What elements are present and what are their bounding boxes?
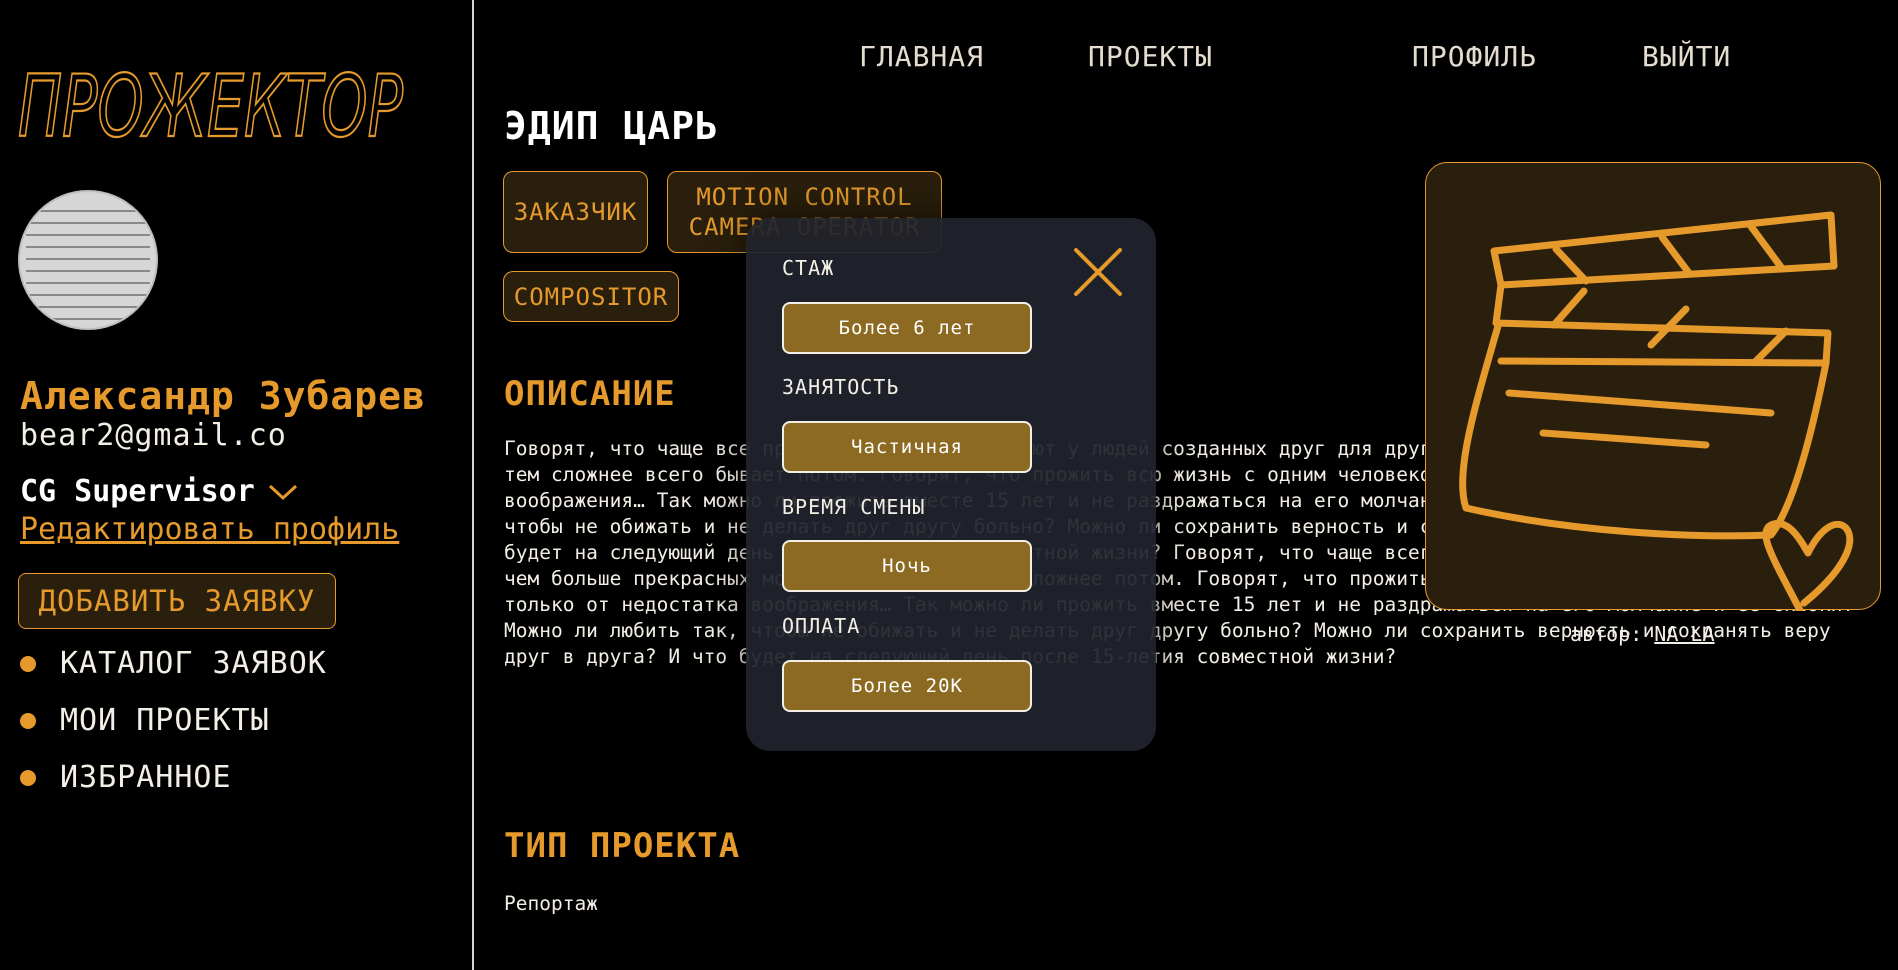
description-title: ОПИСАНИЕ [504,374,676,414]
tag-compositor[interactable]: COMPOSITOR [503,271,679,322]
user-email: bear2@gmail.co [20,418,287,453]
shift-label: ВРЕМЯ СМЕНЫ [782,495,926,519]
clapperboard-icon [1459,211,1854,622]
employment-option[interactable]: Частичная [782,421,1032,473]
sidebar-item-label: МОИ ПРОЕКТЫ [60,703,270,738]
role-label: CG Supervisor [20,474,255,509]
sidebar-item-favorites[interactable]: ИЗБРАННОЕ [20,760,232,795]
bullet-icon [20,655,36,672]
close-icon[interactable] [1072,246,1124,298]
logo-text: ПРОЖЕКТОР [18,57,403,157]
chevron-down-icon[interactable] [267,482,299,502]
project-title: ЭДИП ЦАРЬ [504,104,719,148]
experience-label: СТАЖ [782,256,835,280]
tag-customer[interactable]: ЗАКАЗЧИК [503,171,648,253]
sidebar-item-catalog[interactable]: КАТАЛОГ ЗАЯВОК [20,646,327,681]
shift-option[interactable]: Ночь [782,540,1032,592]
user-name: Александр Зубарев [20,374,426,418]
employment-label: ЗАНЯТОСТЬ [782,375,900,399]
project-image [1425,162,1881,622]
payment-label: ОПЛАТА [782,614,861,638]
author-line: автор: NA LA [1570,622,1715,646]
author-link[interactable]: NA LA [1654,622,1714,646]
author-label: автор: [1570,622,1643,646]
payment-option[interactable]: Более 20К [782,660,1032,712]
role-selector[interactable]: CG Supervisor [20,474,299,509]
logo[interactable]: ПРОЖЕКТОР [18,40,408,160]
nav-profile[interactable]: ПРОФИЛЬ [1412,40,1537,73]
sidebar-item-label: КАТАЛОГ ЗАЯВОК [60,646,327,681]
add-request-button[interactable]: ДОБАВИТЬ ЗАЯВКУ [18,573,336,629]
experience-option[interactable]: Более 6 лет [782,302,1032,354]
nav-projects[interactable]: ПРОЕКТЫ [1088,40,1213,73]
project-type-title: ТИП ПРОЕКТА [504,826,741,866]
bullet-icon [20,769,36,786]
project-type-value: Репортаж [504,892,598,915]
sidebar-item-label: ИЗБРАННОЕ [60,760,232,795]
sidebar-item-my-projects[interactable]: МОИ ПРОЕКТЫ [20,703,270,738]
filter-modal: СТАЖ Более 6 лет ЗАНЯТОСТЬ Частичная ВРЕ… [746,218,1156,751]
avatar[interactable] [18,190,158,330]
bullet-icon [20,712,36,729]
nav-logout[interactable]: ВЫЙТИ [1642,40,1731,73]
sidebar: ПРОЖЕКТОР Александр Зубарев bear2@gmail.… [0,0,474,970]
nav-home[interactable]: ГЛАВНАЯ [859,40,984,73]
edit-profile-link[interactable]: Редактировать профиль [20,512,399,547]
